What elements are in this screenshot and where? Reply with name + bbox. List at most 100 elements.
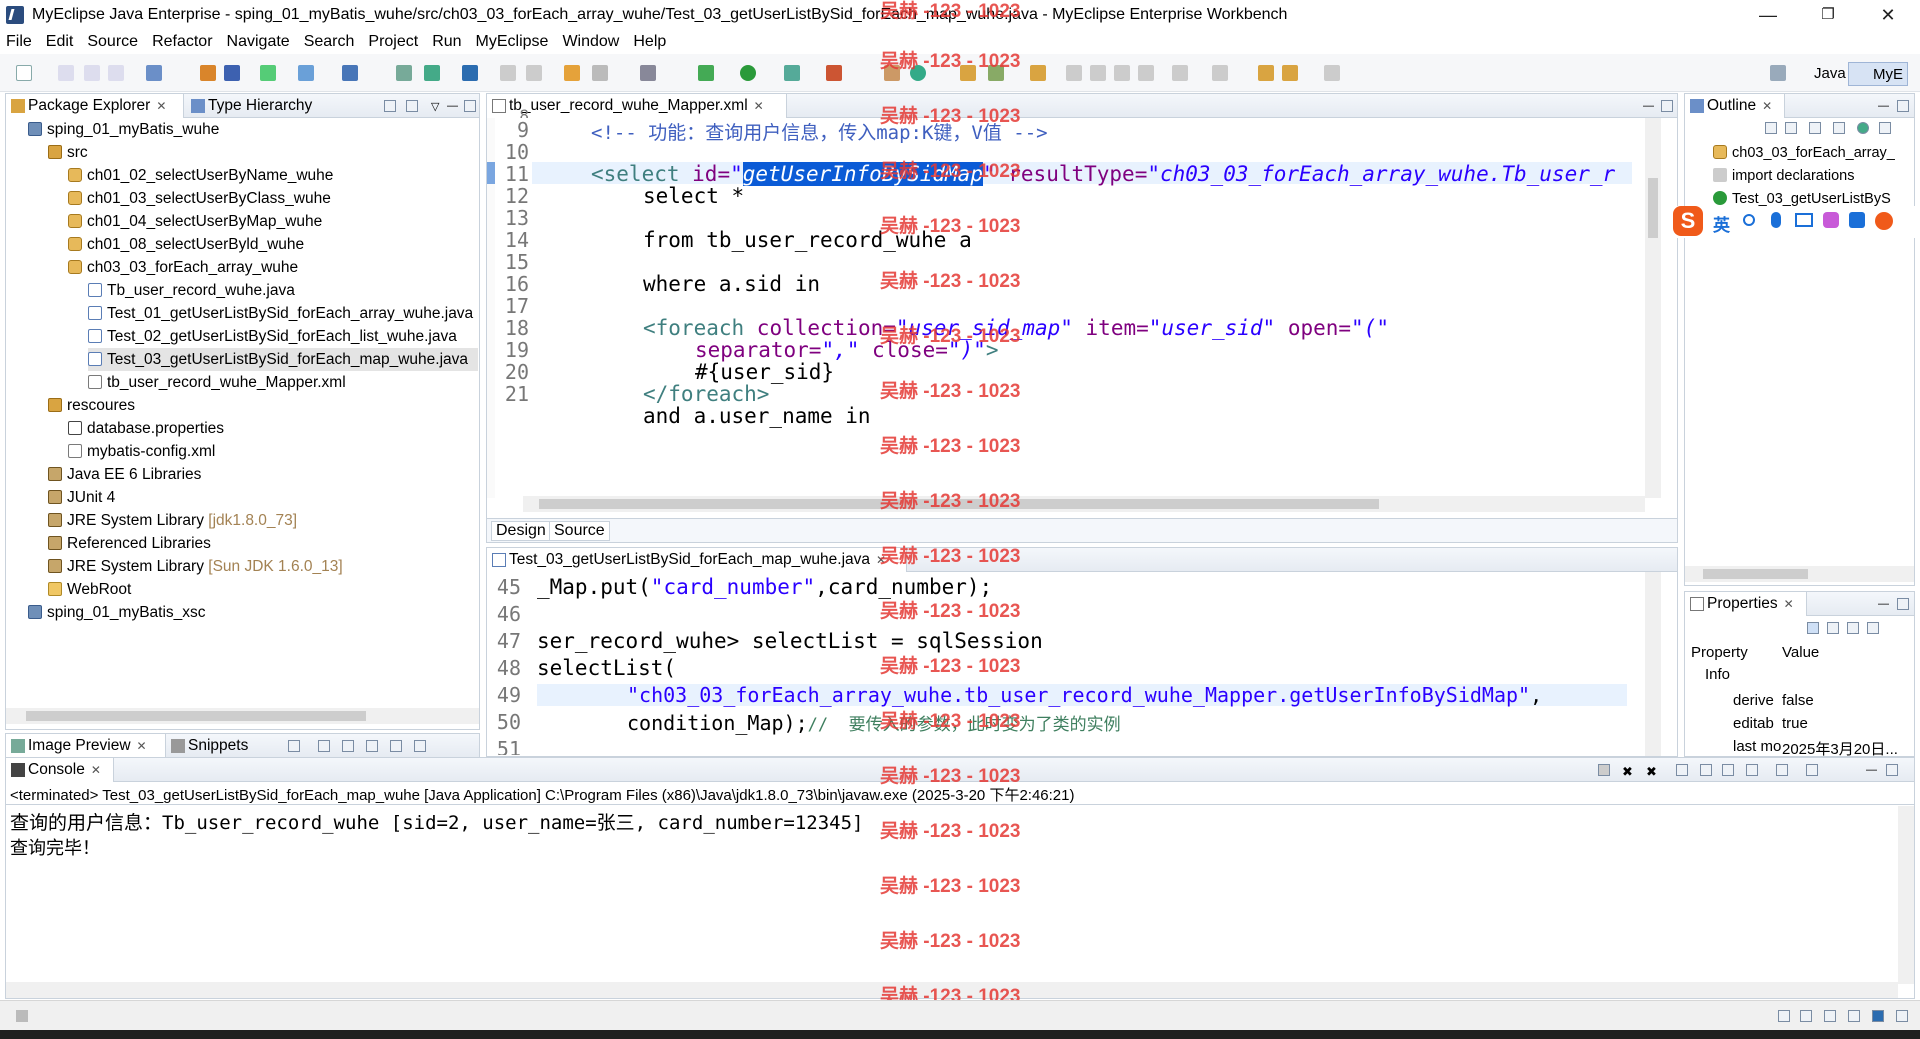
tree-item[interactable]: JUnit 4	[48, 486, 115, 509]
pin-icon[interactable]	[1867, 622, 1879, 634]
tree-item[interactable]: ch01_02_selectUserByName_wuhe	[68, 164, 333, 187]
status-icon-2[interactable]	[1800, 1010, 1812, 1022]
save-icon[interactable]	[58, 65, 74, 81]
tree-item[interactable]: Referenced Libraries	[48, 532, 211, 555]
tree-item[interactable]: WebRoot	[48, 578, 131, 601]
minimize-view-icon[interactable]: —	[447, 100, 459, 112]
show-advanced-icon[interactable]	[1827, 622, 1839, 634]
save-all-icon[interactable]	[84, 65, 100, 81]
restore-default-icon[interactable]	[1847, 622, 1859, 634]
tab-image-preview[interactable]: Image Preview ✕	[6, 734, 166, 758]
close-icon[interactable]: ✕	[1784, 597, 1794, 611]
tree-item[interactable]: ch01_03_selectUserByClass_wuhe	[68, 187, 331, 210]
fit-icon[interactable]	[318, 740, 330, 752]
new-package-icon[interactable]	[424, 65, 440, 81]
tab-source[interactable]: Source	[549, 521, 610, 541]
tab-snippets[interactable]: Snippets	[166, 734, 248, 758]
skin-icon[interactable]	[1823, 212, 1839, 228]
open-task-icon[interactable]	[1030, 65, 1046, 81]
menu-refactor[interactable]: Refactor	[152, 33, 212, 51]
java-line-50[interactable]: condition_Map);// 要传入的参数，此时变为了类的实例	[627, 710, 1121, 735]
status-icon-4[interactable]	[1848, 1010, 1860, 1022]
collapse-all-icon[interactable]	[384, 100, 396, 112]
display-console-icon[interactable]	[1776, 764, 1788, 776]
maximize-view-icon[interactable]	[1897, 100, 1909, 112]
tree-item[interactable]: mybatis-config.xml	[68, 440, 215, 463]
microphone-icon[interactable]	[1771, 212, 1781, 228]
pin-console-icon[interactable]	[1746, 764, 1758, 776]
tree-item[interactable]: sping_01_myBatis_wuhe	[28, 118, 219, 141]
code-line-20[interactable]: </foreach>	[643, 382, 769, 406]
menu-navigate[interactable]: Navigate	[227, 33, 290, 51]
maximize-view-icon[interactable]	[1886, 764, 1898, 776]
tree-item[interactable]: JRE System Library [Sun JDK 1.6.0_13]	[48, 555, 343, 578]
open-console-icon[interactable]	[1806, 764, 1818, 776]
tree-item[interactable]: tb_user_record_wuhe_Mapper.xml	[88, 371, 346, 394]
minimize-view-icon[interactable]: —	[1878, 100, 1890, 112]
menu-search[interactable]: Search	[304, 33, 355, 51]
java-line-48[interactable]: selectList(	[537, 656, 676, 680]
java-editor-vscroll[interactable]	[1645, 572, 1661, 756]
minimize-view-icon[interactable]: —	[1643, 100, 1655, 112]
terminal-icon[interactable]	[640, 65, 656, 81]
scroll-lock-icon[interactable]	[1700, 764, 1712, 776]
open-browser-icon[interactable]	[342, 65, 358, 81]
minimize-view-icon[interactable]: —	[1878, 598, 1890, 610]
outline-item[interactable]: ch03_03_forEach_array_	[1713, 142, 1895, 165]
new-project-icon[interactable]	[396, 65, 412, 81]
property-group[interactable]: Info	[1705, 666, 1730, 683]
tree-item[interactable]: Tb_user_record_wuhe.java	[88, 279, 295, 302]
terminate-icon[interactable]	[1598, 764, 1610, 776]
tab-java-file[interactable]: Test_03_getUserListBySid_forEach_map_wuh…	[487, 548, 907, 572]
open-perspective-icon[interactable]	[1770, 65, 1786, 81]
code-line-15[interactable]: where a.sid in	[643, 272, 820, 296]
hide-static-icon[interactable]	[1833, 122, 1845, 134]
code-line-21[interactable]: and a.user_name in	[643, 404, 871, 428]
java-line-49[interactable]: "ch03_03_forEach_array_wuhe.tb_user_reco…	[627, 683, 1542, 707]
tree-item[interactable]: src	[48, 141, 88, 164]
xml-editor-hscroll[interactable]	[523, 496, 1645, 512]
console-output-line[interactable]: 查询的用户信息：Tb_user_record_wuhe [sid=2, user…	[10, 808, 863, 835]
tab-console[interactable]: Console ✕	[6, 758, 114, 782]
collapse-all-icon[interactable]	[1765, 122, 1777, 134]
toolbox-icon[interactable]	[1849, 212, 1865, 228]
tab-design[interactable]: Design	[491, 521, 551, 541]
outline-hscroll[interactable]	[1685, 566, 1914, 582]
tab-mapper-xml[interactable]: tb_user_record_wuhe_Mapper.xml ✕	[487, 94, 787, 118]
fast-view-icon[interactable]	[16, 1010, 28, 1022]
next-annotation-icon[interactable]	[1172, 65, 1188, 81]
forward-icon[interactable]	[1324, 65, 1340, 81]
tree-item[interactable]: ch03_03_forEach_array_wuhe	[68, 256, 298, 279]
show-categories-icon[interactable]	[1807, 622, 1819, 634]
sogou-logo-icon[interactable]: S	[1673, 206, 1703, 236]
original-size-icon[interactable]	[390, 740, 402, 752]
tree-item[interactable]: Test_02_getUserListBySid_forEach_list_wu…	[88, 325, 457, 348]
close-icon[interactable]: ✕	[156, 99, 166, 113]
refresh-icon[interactable]	[288, 740, 300, 752]
tree-item[interactable]: ch01_08_selectUserByld_wuhe	[68, 233, 304, 256]
back-history-icon[interactable]	[500, 65, 516, 81]
remove-launch-icon[interactable]: ✖	[1622, 764, 1634, 779]
console-vscroll[interactable]	[1898, 806, 1914, 984]
status-icon-1[interactable]	[1778, 1010, 1790, 1022]
punctuation-icon[interactable]	[1743, 214, 1755, 226]
tab-outline[interactable]: Outline ✕	[1685, 94, 1785, 118]
menu-help[interactable]: Help	[633, 33, 666, 51]
zoom-out-icon[interactable]	[342, 740, 354, 752]
xml-editor-vscroll[interactable]	[1645, 118, 1661, 498]
tree-item[interactable]: rescoures	[48, 394, 135, 417]
close-icon[interactable]: ✕	[1762, 99, 1772, 113]
new-server-icon[interactable]	[146, 65, 162, 81]
maximize-view-icon[interactable]	[1897, 598, 1909, 610]
tree-item[interactable]: Test_01_getUserListBySid_forEach_array_w…	[88, 302, 473, 325]
stretch-icon[interactable]	[414, 740, 426, 752]
run-server-icon[interactable]	[298, 65, 314, 81]
tree-item[interactable]: JRE System Library [jdk1.8.0_73]	[48, 509, 297, 532]
search-icon[interactable]	[592, 65, 608, 81]
annotation-icon[interactable]	[1066, 65, 1082, 81]
coverage-icon[interactable]	[784, 65, 800, 81]
last-edit-icon[interactable]	[1258, 65, 1274, 81]
tab-package-explorer[interactable]: Package Explorer ✕	[6, 94, 184, 118]
deploy-icon[interactable]	[200, 65, 216, 81]
sort-icon[interactable]	[1785, 122, 1797, 134]
